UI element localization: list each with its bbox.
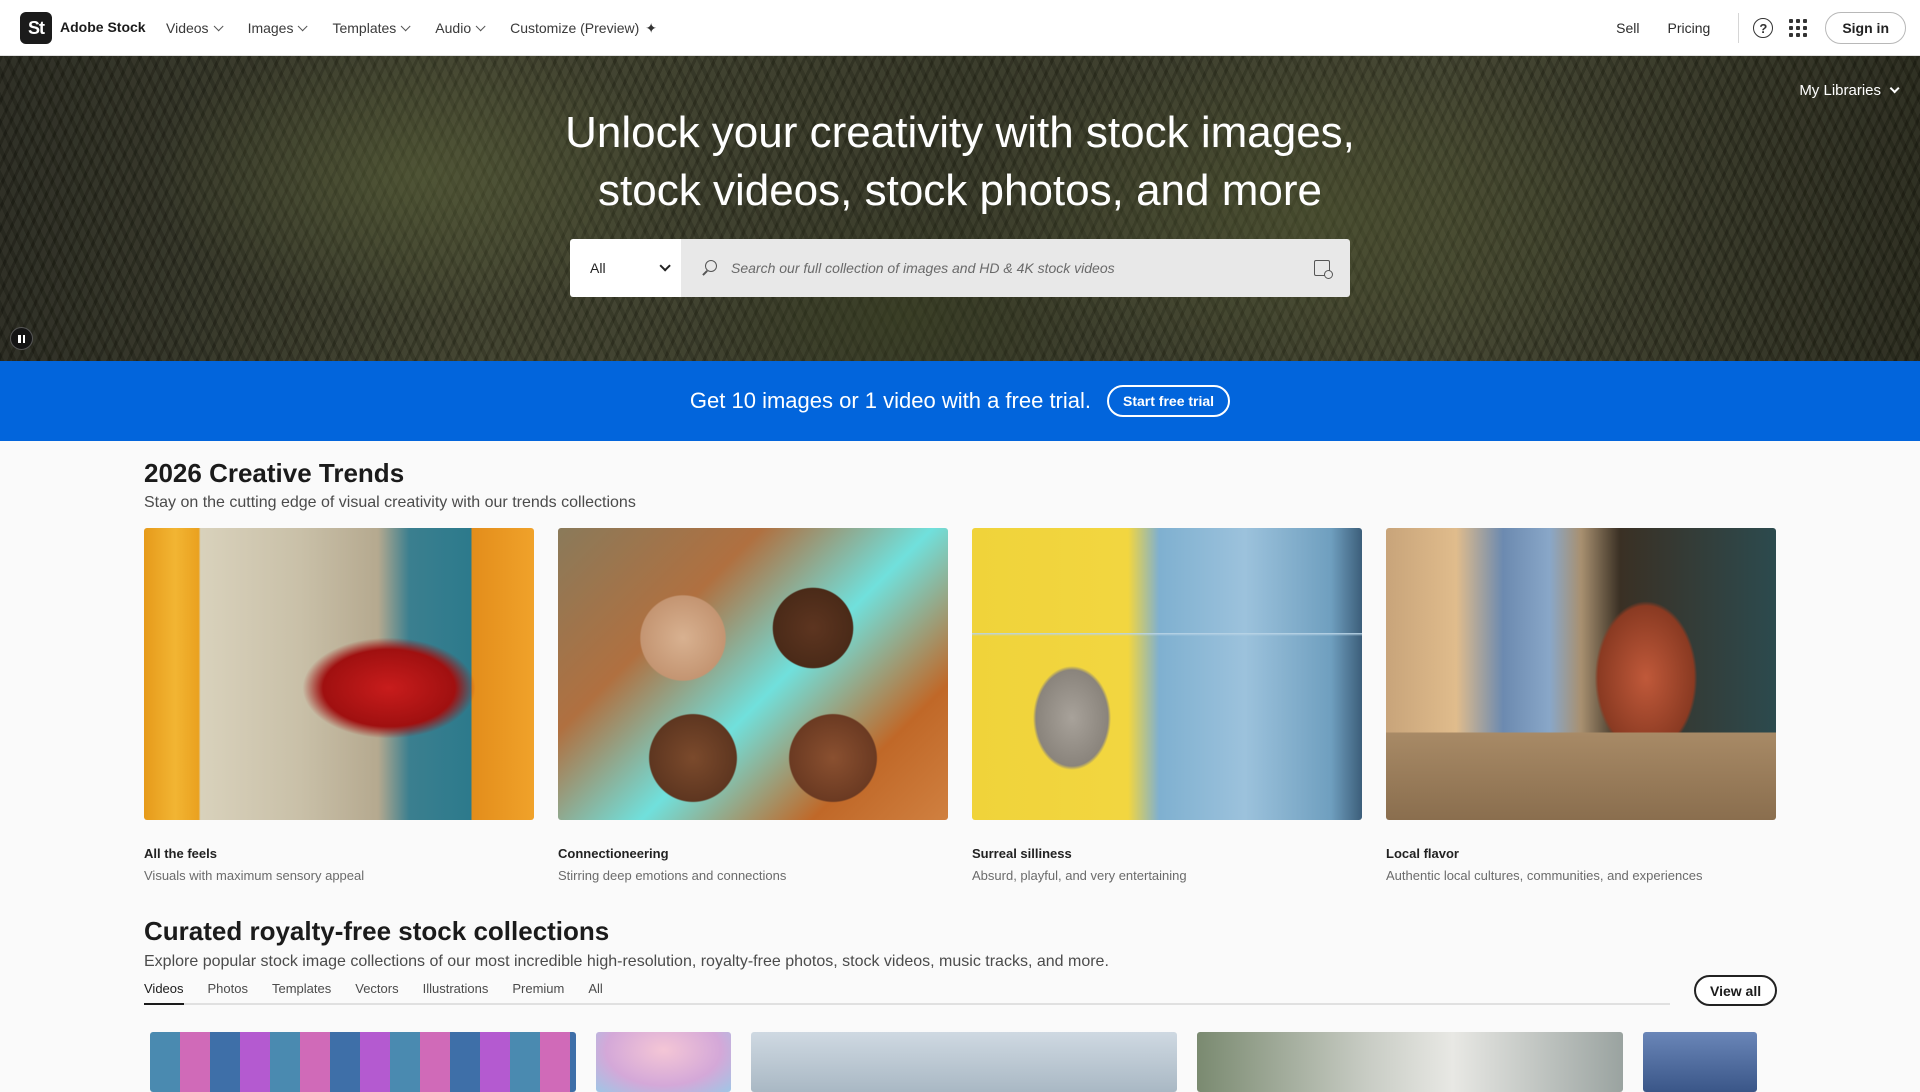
pause-icon-bar: [18, 334, 21, 343]
tab-illustrations[interactable]: Illustrations: [423, 981, 489, 1005]
collection-thumbnail[interactable]: [751, 1032, 1177, 1092]
trend-description: Visuals with maximum sensory appeal: [144, 868, 365, 883]
trends-title: 2026 Creative Trends: [144, 458, 405, 488]
pause-icon-bar: [22, 334, 25, 343]
view-all-button[interactable]: View all: [1694, 975, 1778, 1006]
collection-tabs: Videos Photos Templates Vectors Illustra…: [144, 981, 1670, 1005]
free-trial-banner: Get 10 images or 1 video with a free tri…: [0, 361, 1920, 441]
tab-premium[interactable]: Premium: [512, 981, 564, 1005]
search-bar: All: [570, 239, 1350, 297]
main-menu: Videos Images Templates Audio Customize …: [166, 0, 685, 56]
trend-image[interactable]: [1386, 528, 1776, 820]
sign-in-button[interactable]: Sign in: [1825, 12, 1906, 44]
tab-photos[interactable]: Photos: [208, 981, 248, 1005]
menu-audio-label: Audio: [435, 20, 472, 36]
chevron-down-icon: [400, 20, 411, 31]
free-trial-text: Get 10 images or 1 video with a free tri…: [689, 388, 1092, 413]
hero-title: Unlock your creativity with stock images…: [0, 104, 1920, 220]
trend-card-all-the-feels[interactable]: All the feels Visuals with maximum senso…: [144, 528, 534, 883]
brand-name[interactable]: Adobe Stock: [60, 19, 146, 35]
menu-customize-label: Customize (Preview): [510, 20, 640, 36]
menu-customize[interactable]: Customize (Preview) ✦: [510, 20, 657, 37]
search-field: [681, 239, 1350, 297]
collection-thumbnail[interactable]: [150, 1032, 576, 1092]
trend-description: Absurd, playful, and very entertaining: [972, 868, 1187, 883]
start-free-trial-button[interactable]: Start free trial: [1107, 385, 1231, 417]
hero-banner: My Libraries Unlock your creativity with…: [0, 56, 1920, 361]
chevron-down-icon: [213, 20, 224, 31]
collection-thumbnail[interactable]: [1643, 1032, 1757, 1092]
trend-card-surreal-silliness[interactable]: Surreal silliness Absurd, playful, and v…: [972, 528, 1362, 883]
adobe-stock-logo[interactable]: St: [20, 12, 52, 44]
menu-videos[interactable]: Videos: [166, 20, 224, 36]
sell-link[interactable]: Sell: [1616, 20, 1639, 36]
nav-divider: [1738, 13, 1740, 43]
search-category-select[interactable]: All: [570, 239, 681, 297]
pricing-link[interactable]: Pricing: [1668, 20, 1711, 36]
search-category-value: All: [590, 260, 606, 276]
curated-title: Curated royalty-free stock collections: [144, 916, 610, 946]
menu-images[interactable]: Images: [247, 20, 309, 36]
trend-description: Stirring deep emotions and connections: [558, 868, 787, 883]
trend-description: Authentic local cultures, communities, a…: [1386, 868, 1703, 883]
trend-card-connectioneering[interactable]: Connectioneering Stirring deep emotions …: [558, 528, 948, 883]
nav-right-group: Sell Pricing ? Sign in: [1616, 0, 1906, 56]
sparkle-icon: ✦: [645, 19, 657, 36]
menu-images-label: Images: [247, 20, 294, 36]
my-libraries-label: My Libraries: [1799, 82, 1881, 99]
menu-templates[interactable]: Templates: [332, 20, 411, 36]
trends-subtitle: Stay on the cutting edge of visual creat…: [144, 494, 636, 511]
chevron-down-icon: [1889, 83, 1900, 94]
trend-image[interactable]: [558, 528, 948, 820]
trend-card-local-flavor[interactable]: Local flavor Authentic local cultures, c…: [1386, 528, 1776, 883]
visual-search-icon[interactable]: [1314, 260, 1333, 279]
pause-video-button[interactable]: [10, 327, 33, 350]
collection-thumbnail[interactable]: [596, 1032, 731, 1092]
trend-title[interactable]: Connectioneering: [558, 846, 948, 861]
menu-templates-label: Templates: [332, 20, 397, 36]
chevron-down-icon: [659, 260, 671, 272]
tab-videos[interactable]: Videos: [144, 981, 184, 1005]
my-libraries-button[interactable]: My Libraries: [1799, 82, 1900, 99]
trend-title[interactable]: Local flavor: [1386, 846, 1776, 861]
help-icon[interactable]: ?: [1753, 18, 1774, 38]
tab-templates[interactable]: Templates: [272, 981, 331, 1005]
tab-all[interactable]: All: [588, 981, 602, 1005]
search-input[interactable]: [731, 260, 1314, 276]
top-navigation: St Adobe Stock Videos Images Templates A…: [0, 0, 1920, 56]
chevron-down-icon: [298, 20, 309, 31]
curated-subtitle: Explore popular stock image collections …: [144, 953, 1109, 970]
trend-image[interactable]: [144, 528, 534, 820]
trend-title[interactable]: All the feels: [144, 846, 534, 861]
hero-title-line-2: stock videos, stock photos, and more: [598, 166, 1322, 215]
app-switcher-icon[interactable]: [1789, 19, 1808, 37]
menu-videos-label: Videos: [166, 20, 209, 36]
search-icon: [701, 260, 717, 276]
trend-title[interactable]: Surreal silliness: [972, 846, 1362, 861]
menu-audio[interactable]: Audio: [435, 20, 486, 36]
chevron-down-icon: [475, 20, 486, 31]
trend-image[interactable]: [972, 528, 1362, 820]
hero-title-line-1: Unlock your creativity with stock images…: [565, 108, 1355, 157]
collection-thumbnail[interactable]: [1197, 1032, 1623, 1092]
tab-vectors[interactable]: Vectors: [355, 981, 398, 1005]
